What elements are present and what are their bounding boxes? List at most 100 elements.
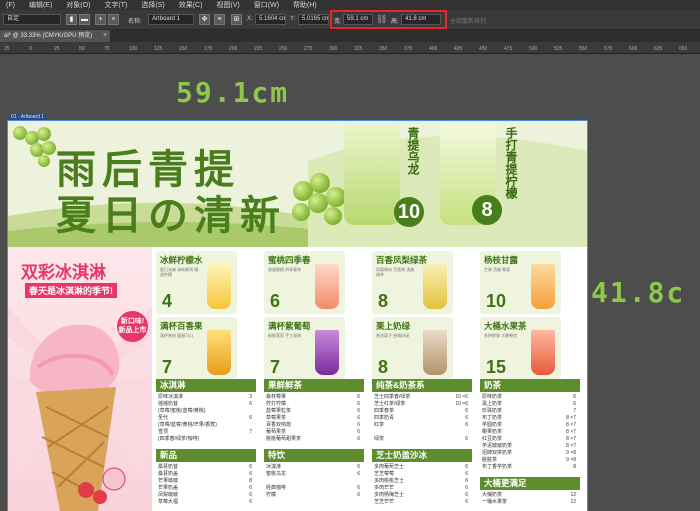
drink-cup-image (344, 125, 400, 225)
menu-row (374, 429, 468, 436)
menu-item-price: 8 ×7 (566, 443, 576, 449)
drink2-price: 8 (472, 195, 502, 225)
menu-row: 芋圆奶茶 8 ×7 (482, 422, 576, 429)
menu-item-price: 6 (249, 415, 252, 421)
menu-item-effect[interactable]: 效果(C) (179, 0, 203, 10)
drink-cup-image (531, 264, 555, 309)
menu-row: 桃桃葡萄甜果茶 6 (266, 436, 360, 443)
menu-header: 纯茶&奶茶系 (372, 379, 472, 392)
drink-price: 15 (486, 357, 507, 377)
menu-row: 圣代 6 (158, 415, 252, 422)
drink-price: 8 (378, 357, 389, 377)
menu-item-price: 6 (357, 436, 360, 442)
drink-price: 7 (270, 357, 281, 377)
drink-card: 大桶水果茶 多种鲜果 大桶畅饮 15 (480, 317, 561, 380)
menu-row: 原味冰淇淋 3 (158, 394, 252, 401)
menu-item-price: 6 (249, 464, 252, 470)
menu-item-object[interactable]: 对象(O) (66, 0, 90, 10)
menu-item-name: 芝士红茶/绿茶 (374, 401, 406, 407)
menu-item-price: 6 (357, 422, 360, 428)
drink-name: 满杯百香果 (160, 321, 203, 331)
ruler-tick-label: 25 (4, 46, 10, 52)
menu-item-name: 柠檬 (266, 492, 277, 498)
ruler-tick-label: 100 (129, 46, 138, 52)
move-with-artboard-icon[interactable]: ✥ (199, 14, 210, 25)
rearrange-all-button[interactable]: 全部重新排列 (450, 16, 486, 25)
ruler-tick-label: 150 (179, 46, 188, 52)
menu-row: 招牌双拼奶茶 9 ×8 (482, 450, 576, 457)
height-annotation: 41.8c (591, 276, 686, 309)
drink-card: 满杯百香果 满杯果肉 酸甜可口 7 (156, 317, 237, 380)
menu-item-name: 四季奶青 (374, 415, 395, 421)
ruler-tick-label: 400 (429, 46, 438, 52)
drink-note: 凤梨果肉 百香果 清爽绿茶 (376, 267, 415, 277)
close-tab-icon[interactable]: × (103, 32, 107, 39)
menu-row: 草莓大福 6 (158, 499, 252, 506)
drink1-price: 10 (394, 197, 424, 227)
menu-row: 桑葚奶昔 6 (158, 464, 252, 471)
menu-item-name: 多肉芒芒 (374, 485, 395, 491)
menu-item-name: 布丁香芋奶茶 (482, 464, 513, 470)
menu-item-name: 多肉杨梅芝士 (374, 492, 405, 498)
drink-cup-image (207, 264, 231, 309)
artboard-label: 01 - Artboard 1 (9, 114, 47, 120)
menu-item-window[interactable]: 窗口(W) (254, 0, 279, 10)
menu-item-name: 黑上奶茶 (482, 401, 503, 407)
menu-row: 原味奶茶 6 (482, 394, 576, 401)
portrait-icon[interactable]: ▮ (66, 14, 77, 25)
menu-item-file[interactable]: (F) (6, 2, 15, 9)
name-label: 名称: (128, 19, 142, 25)
menu-item-price: 6 (357, 394, 360, 400)
menu-row: 四季奶青 6 (374, 415, 468, 422)
y-field[interactable]: 5.0165 cm (298, 14, 329, 25)
menu-item-price: 6 (249, 401, 252, 407)
drink-note: 新鲜葡萄 手工现剥 (268, 333, 302, 338)
menu-item-name: 雪顶 (158, 429, 169, 435)
menu-item-price: 6 (249, 471, 252, 477)
document-tab[interactable]: ai* @ 33.33% (CMYK/GPU 预览) (0, 30, 110, 42)
menu-item-name: 布丁奶茶 (482, 415, 503, 421)
menu-item-name: 冰淇淋 (266, 464, 282, 470)
landscape-icon[interactable]: ▬ (79, 14, 90, 25)
preset-dropdown[interactable]: 自定 (3, 14, 61, 25)
menu-row: 桑葚奶盖 6 (158, 471, 252, 478)
menu-item-name: 蜜桃乌龙 (266, 471, 287, 477)
artboard-options-icon[interactable]: ≡ (214, 14, 225, 25)
ruler-tick-label: 0 (29, 46, 32, 52)
menu-row: 经典咖啡 6 (266, 485, 360, 492)
delete-artboard-icon[interactable]: × (108, 14, 119, 25)
menu-item-select[interactable]: 选择(S) (141, 0, 164, 10)
ruler-tick-label: 425 (454, 46, 463, 52)
menu-item-price: 6 (465, 485, 468, 491)
menu-item-view[interactable]: 视图(V) (216, 0, 239, 10)
menu-item-name: 绿茶 (374, 436, 385, 442)
menu-item-name: 摇摇奶昔 (158, 401, 179, 407)
x-field[interactable]: 5.1604 cm (255, 14, 286, 25)
drink-cup-image (531, 330, 555, 375)
new-artboard-icon[interactable]: + (95, 14, 106, 25)
menu-item-name: 多肉葡萄芝士 (374, 464, 405, 470)
drink-note: 香甜蜜桃 四季春茶 (268, 267, 302, 272)
ruler-tick-label: 650 (679, 46, 688, 52)
reference-point-icon[interactable]: ⊞ (231, 14, 242, 25)
menu-row: 摇摇奶昔 6 (158, 401, 252, 408)
ruler-tick-label: 525 (554, 46, 563, 52)
ruler-tick-label: 50 (79, 46, 85, 52)
drink-card: 冰鲜柠檬水 夏日冰爽 清新解渴 精选柠檬 4 (156, 251, 237, 314)
banner-title-line2: 夏日の清新 (56, 193, 286, 239)
ruler-tick-label: 575 (604, 46, 613, 52)
menu-row: (草莓/蜜桃/蓝莓/黄桃) (158, 408, 252, 415)
ruler-tick-label: 450 (479, 46, 488, 52)
menu-item-price: 12 (570, 492, 576, 498)
menu-item-edit[interactable]: 编辑(E) (29, 0, 52, 10)
menu-row: 多肉桃桃芝士 6 (374, 478, 468, 485)
menu-item-price: 7 (573, 408, 576, 414)
grape-icon (42, 141, 56, 155)
drink-card: 蜜桃四季春 香甜蜜桃 四季春茶 6 (264, 251, 345, 314)
menu-item-help[interactable]: 帮助(H) (293, 0, 317, 10)
menu-row: 凤梨啵啵 6 (158, 492, 252, 499)
artboard-name-field[interactable]: Artboard 1 (148, 14, 194, 25)
drink-card: 百香凤梨绿茶 凤梨果肉 百香果 清爽绿茶 8 (372, 251, 453, 314)
menu-item-name: (草莓/蜜桃/蓝莓/黄桃) (158, 408, 206, 414)
menu-item-type[interactable]: 文字(T) (104, 0, 127, 10)
